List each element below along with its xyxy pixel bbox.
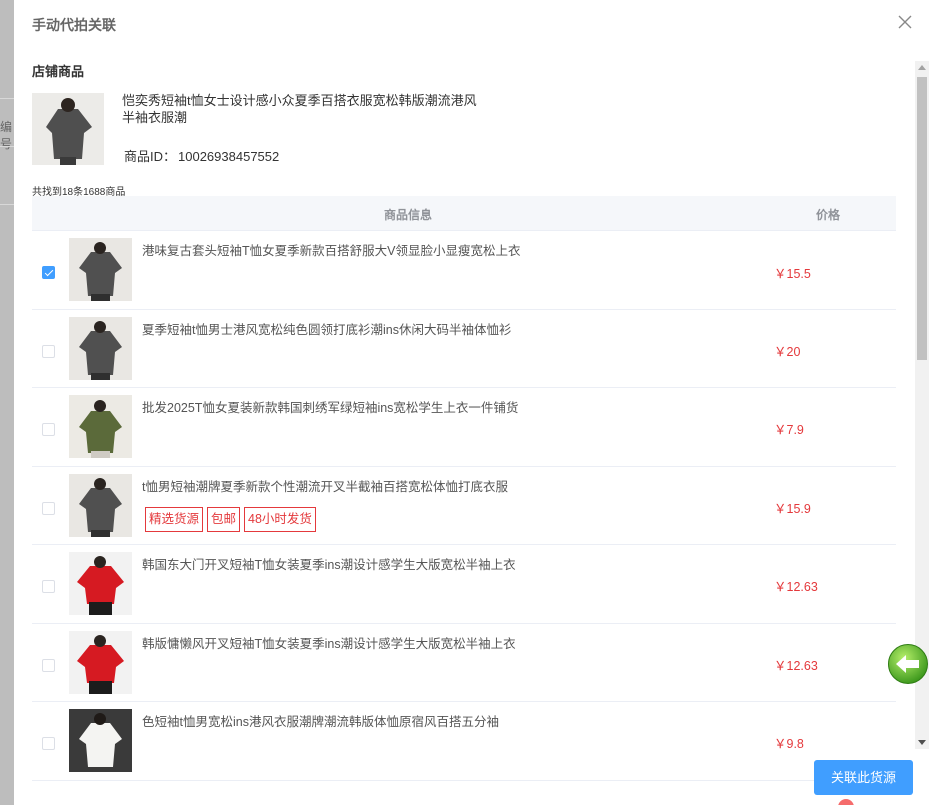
store-product-image bbox=[32, 93, 104, 165]
product-price: ￥9.8 bbox=[774, 737, 804, 751]
backdrop-divider bbox=[0, 146, 14, 147]
store-product-name: 恺奕秀短袖t恤女士设计感小众夏季百搭衣服宽松韩版潮流港风半袖衣服潮 bbox=[122, 93, 477, 125]
manual-proxy-link-dialog: 手动代拍关联 店铺商品 恺奕秀短袖t恤女士设计感小众夏季百搭衣服宽松韩版潮流港风… bbox=[14, 0, 929, 805]
product-price: ￥15.5 bbox=[774, 267, 811, 281]
row-checkbox[interactable] bbox=[42, 737, 55, 750]
link-source-button[interactable]: 关联此货源 bbox=[814, 760, 913, 795]
product-title[interactable]: 韩版慵懒风开叉短袖T恤女装夏季ins潮设计感学生大版宽松半袖上衣 bbox=[142, 633, 516, 652]
product-title[interactable]: 夏季短袖t恤男士港风宽松纯色圆领打底衫潮ins休闲大码半袖体恤衫 bbox=[142, 319, 511, 338]
product-price: ￥20 bbox=[774, 344, 801, 359]
product-title[interactable]: t恤男短袖潮牌夏季新款个性潮流开叉半截袖百搭宽松体恤打底衣服 bbox=[142, 476, 508, 495]
product-tags: 精选货源 包邮 48小时发货 bbox=[145, 506, 320, 532]
product-id-value: 10026938457552 bbox=[178, 149, 280, 164]
row-checkbox[interactable] bbox=[42, 344, 55, 358]
row-checkbox[interactable] bbox=[42, 266, 55, 279]
product-title[interactable]: 港味复古套头短袖T恤女夏季新款百搭舒服大V领显脸小显瘦宽松上衣 bbox=[142, 240, 520, 259]
scroll-down-arrow-icon[interactable] bbox=[918, 740, 926, 745]
product-id-label: 商品ID： bbox=[124, 149, 177, 164]
dialog-title: 手动代拍关联 bbox=[32, 17, 116, 33]
backdrop: 编号 bbox=[0, 0, 14, 805]
product-list: 港味复古套头短袖T恤女夏季新款百搭舒服大V领显脸小显瘦宽松上衣 ￥15.5 夏季… bbox=[32, 231, 896, 781]
backdrop-divider bbox=[0, 204, 14, 205]
header-product-info: 商品信息 bbox=[384, 208, 433, 222]
table-row[interactable]: 港味复古套头短袖T恤女夏季新款百搭舒服大V领显脸小显瘦宽松上衣 ￥15.5 bbox=[32, 231, 896, 310]
product-price: ￥7.9 bbox=[774, 423, 804, 437]
dialog-header: 手动代拍关联 bbox=[14, 0, 929, 46]
product-image bbox=[69, 238, 132, 301]
product-title[interactable]: 批发2025T恤女夏装新款韩国刺绣军绿短袖ins宽松学生上衣一件铺货 bbox=[142, 397, 518, 416]
product-image bbox=[69, 316, 132, 380]
product-image bbox=[69, 473, 132, 537]
table-row[interactable]: t恤男短袖潮牌夏季新款个性潮流开叉半截袖百搭宽松体恤打底衣服 精选货源 包邮 48小… bbox=[32, 467, 896, 545]
table-row[interactable]: 夏季短袖t恤男士港风宽松纯色圆领打底衫潮ins休闲大码半袖体恤衫 ￥20 bbox=[32, 310, 896, 388]
product-tag: 包邮 bbox=[207, 506, 241, 532]
row-checkbox[interactable] bbox=[42, 580, 55, 593]
product-image bbox=[69, 630, 132, 694]
product-image bbox=[69, 395, 132, 458]
product-image bbox=[69, 709, 132, 772]
row-checkbox[interactable] bbox=[42, 423, 55, 436]
scroll-up-arrow-icon[interactable] bbox=[918, 65, 926, 70]
table-row[interactable]: 韩版慵懒风开叉短袖T恤女装夏季ins潮设计感学生大版宽松半袖上衣 ￥12.63 bbox=[32, 624, 896, 702]
table-row[interactable]: 批发2025T恤女夏装新款韩国刺绣军绿短袖ins宽松学生上衣一件铺货 ￥7.9 bbox=[32, 388, 896, 467]
store-product-id: 商品ID： 10026938457552 bbox=[122, 146, 279, 165]
back-arrow-button[interactable] bbox=[887, 643, 929, 685]
product-price: ￥12.63 bbox=[774, 658, 818, 673]
close-icon bbox=[898, 15, 912, 29]
product-title[interactable]: 色短袖t恤男宽松ins港风衣服潮牌潮流韩版体恤原宿风百搭五分袖 bbox=[142, 711, 499, 730]
notification-badge bbox=[838, 799, 854, 805]
product-title[interactable]: 韩国东大门开叉短袖T恤女装夏季ins潮设计感学生大版宽松半袖上衣 bbox=[142, 554, 516, 573]
backdrop-divider bbox=[0, 98, 14, 99]
table-header: 商品信息 价格 bbox=[32, 196, 896, 231]
close-button[interactable] bbox=[895, 12, 915, 32]
product-tag: 48小时发货 bbox=[244, 506, 316, 532]
back-arrow-icon bbox=[888, 644, 928, 684]
table-row[interactable]: 色短袖t恤男宽松ins港风衣服潮牌潮流韩版体恤原宿风百搭五分袖 ￥9.8 bbox=[32, 702, 896, 781]
scrollbar-thumb[interactable] bbox=[917, 77, 927, 360]
table-row[interactable]: 韩国东大门开叉短袖T恤女装夏季ins潮设计感学生大版宽松半袖上衣 ￥12.63 bbox=[32, 545, 896, 624]
product-image bbox=[69, 552, 132, 615]
row-checkbox[interactable] bbox=[42, 501, 55, 515]
product-tag: 精选货源 bbox=[145, 506, 204, 532]
header-price: 价格 bbox=[816, 208, 841, 222]
row-checkbox[interactable] bbox=[42, 658, 55, 672]
store-product-section-title: 店铺商品 bbox=[32, 64, 85, 79]
product-price: ￥12.63 bbox=[774, 580, 818, 594]
product-price: ￥15.9 bbox=[774, 501, 811, 516]
